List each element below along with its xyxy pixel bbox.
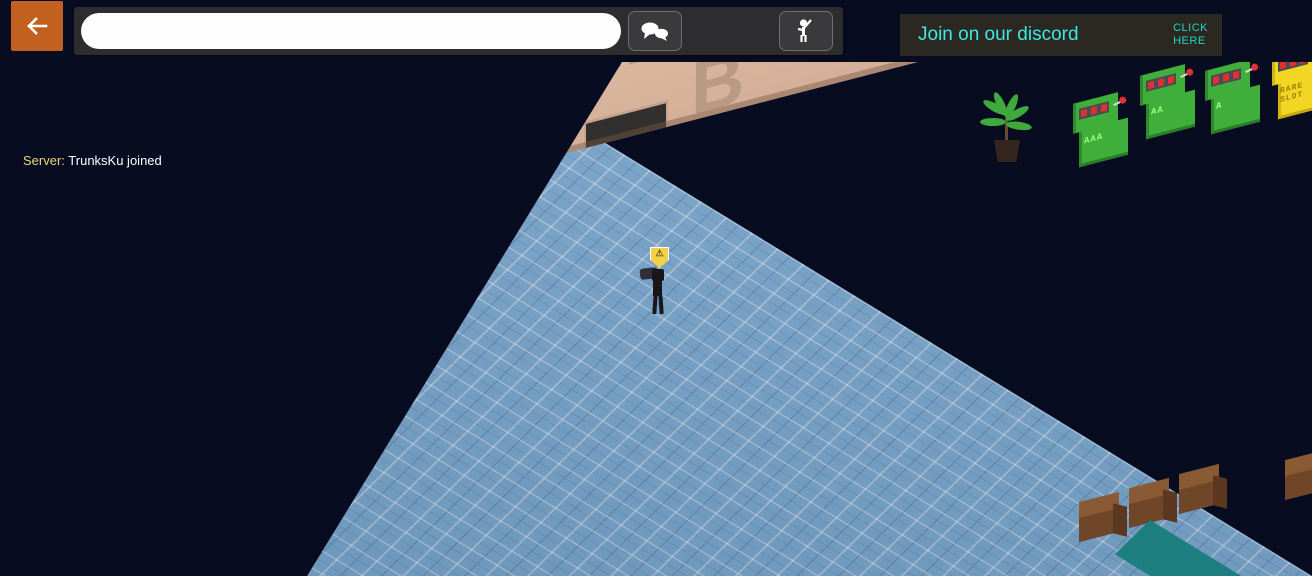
person-raising-hand-icon: [797, 19, 812, 42]
back-button[interactable]: [11, 1, 63, 51]
plant-pot: [994, 140, 1020, 162]
game-world[interactable]: WELCOME TO SECTOR B AAA: [0, 0, 1312, 576]
server-log: Server: TrunksKu joined: [23, 152, 162, 170]
potted-palm: [980, 90, 1036, 164]
player-badge-icon: ⚠: [650, 247, 669, 268]
player-leg-left: [652, 293, 658, 315]
crate-side: [1163, 489, 1177, 523]
arrow-left-icon: [27, 17, 48, 35]
discord-click-line1: CLICK: [1173, 22, 1208, 34]
game-screen: WELCOME TO SECTOR B AAA: [0, 0, 1312, 576]
plant-leaf: [1005, 120, 1033, 132]
crate-side: [1113, 503, 1127, 537]
chat-bubbles-icon: [641, 22, 668, 41]
log-entry: Server: TrunksKu joined: [23, 152, 162, 170]
chat-input[interactable]: [81, 13, 621, 49]
player-character[interactable]: ⚠: [639, 247, 670, 315]
crate-side: [1213, 475, 1227, 509]
player-leg-right: [658, 293, 664, 315]
discord-click-line2: HERE: [1173, 35, 1206, 47]
emote-button[interactable]: [779, 11, 833, 51]
log-prefix: Server:: [23, 153, 65, 168]
discord-title: Join on our discord: [918, 24, 1079, 45]
discord-click-here[interactable]: CLICK HERE: [1173, 22, 1208, 48]
plant-leaf: [980, 118, 1006, 126]
chat-toggle-button[interactable]: [628, 11, 682, 51]
log-message: TrunksKu joined: [68, 153, 162, 168]
discord-banner[interactable]: Join on our discord CLICK HERE: [900, 14, 1222, 56]
slot-label: A: [1216, 100, 1223, 112]
chat-toolbar: [74, 7, 843, 55]
